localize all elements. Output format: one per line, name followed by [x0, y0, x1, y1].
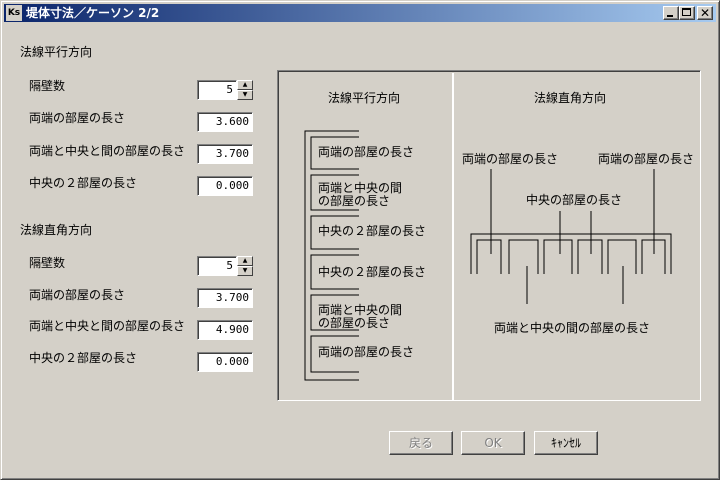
perp-mid-label: 両端と中央の間の部屋の長さ	[494, 320, 650, 335]
cancel-button[interactable]: ｷｬﾝｾﾙ	[534, 431, 598, 455]
spin-down-icon[interactable]: ▼	[237, 266, 253, 276]
perp-room-4	[577, 239, 603, 274]
parallel-room-label-5a: 両端と中央の間	[318, 302, 402, 317]
parallel-center-room-input[interactable]: 0.000	[197, 176, 253, 196]
perp-room-2	[508, 239, 539, 274]
spin-up-icon[interactable]: ▲	[237, 80, 253, 90]
parallel-room-label-1: 両端の部屋の長さ	[318, 144, 414, 159]
parallel-room-label-5b: の部屋の長さ	[318, 315, 390, 330]
caisson-diagram: 法線平行方向 法線直角方向 両端の部屋の長さ 両端と中央の間 の部屋の長さ 中央…	[277, 70, 701, 401]
window-title: 堤体寸法／ケーソン 2/2	[26, 6, 160, 20]
parallel-bulkhead-label: 隔壁数	[29, 79, 66, 93]
dialog-window: Ks 堤体寸法／ケーソン 2/2 ✕ 法線平行方向 隔壁数 5 ▲ ▼ 両端の部…	[0, 0, 720, 480]
diagram-drawing: 法線平行方向 法線直角方向 両端の部屋の長さ 両端と中央の間 の部屋の長さ 中央…	[304, 73, 694, 400]
parallel-bulkhead-spinner[interactable]: ▲ ▼	[237, 80, 253, 100]
app-icon: Ks	[6, 5, 22, 21]
close-icon: ✕	[699, 6, 711, 20]
parallel-mid-room-label: 両端と中央と間の部屋の長さ	[29, 144, 186, 158]
maximize-icon	[682, 8, 691, 16]
perp-end-left-label: 両端の部屋の長さ	[462, 151, 558, 166]
minimize-icon	[667, 15, 673, 17]
perpendicular-end-room-input[interactable]: 3.700	[197, 288, 253, 308]
perp-end-right-label: 両端の部屋の長さ	[598, 151, 694, 166]
parallel-room-label-2a: 両端と中央の間	[318, 180, 402, 195]
spin-down-icon[interactable]: ▼	[237, 90, 253, 100]
parallel-room-label-2b: の部屋の長さ	[318, 193, 390, 208]
perp-room-5	[607, 239, 637, 274]
minimize-button[interactable]	[663, 6, 679, 20]
perpendicular-center-room-label: 中央の２部屋の長さ	[29, 351, 138, 365]
perpendicular-section-walls	[470, 169, 672, 304]
parallel-room-label-6: 両端の部屋の長さ	[318, 344, 414, 359]
perpendicular-mid-room-label: 両端と中央と間の部屋の長さ	[29, 319, 186, 333]
diagram-perpendicular-title: 法線直角方向	[534, 90, 606, 105]
perpendicular-bulkhead-input[interactable]: 5	[197, 256, 237, 276]
spin-up-icon[interactable]: ▲	[237, 256, 253, 266]
parallel-heading: 法線平行方向	[20, 45, 93, 59]
perpendicular-mid-room-input[interactable]: 4.900	[197, 320, 253, 340]
perp-room-3	[543, 239, 573, 274]
parallel-room-label-3: 中央の２部屋の長さ	[318, 223, 426, 238]
back-button[interactable]: 戻る	[389, 431, 453, 455]
perpendicular-end-room-label: 両端の部屋の長さ	[29, 288, 126, 302]
perpendicular-bulkhead-spinner[interactable]: ▲ ▼	[237, 256, 253, 276]
perp-center-label: 中央の部屋の長さ	[526, 192, 622, 207]
parallel-bulkhead-input[interactable]: 5	[197, 80, 237, 100]
parallel-end-room-input[interactable]: 3.600	[197, 112, 253, 132]
close-button[interactable]: ✕	[697, 6, 713, 20]
parallel-end-room-label: 両端の部屋の長さ	[29, 111, 126, 125]
parallel-room-label-4: 中央の２部屋の長さ	[318, 264, 426, 279]
perpendicular-center-room-input[interactable]: 0.000	[197, 352, 253, 372]
title-bar[interactable]: Ks 堤体寸法／ケーソン 2/2 ✕	[4, 4, 716, 22]
diagram-parallel-title: 法線平行方向	[328, 90, 400, 105]
parallel-mid-room-input[interactable]: 3.700	[197, 144, 253, 164]
parallel-section-walls	[304, 130, 359, 381]
perpendicular-heading: 法線直角方向	[20, 223, 93, 237]
ok-button[interactable]: OK	[461, 431, 525, 455]
maximize-button[interactable]	[679, 6, 695, 20]
parallel-center-room-label: 中央の２部屋の長さ	[29, 176, 138, 190]
perp-room-1	[476, 239, 502, 274]
perpendicular-bulkhead-label: 隔壁数	[29, 256, 66, 270]
